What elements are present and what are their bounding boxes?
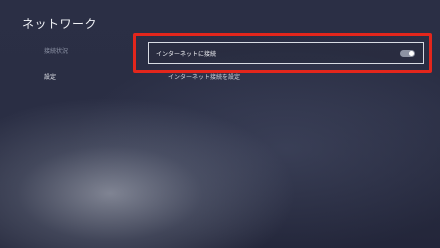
internet-connection-row[interactable]: インターネットに接続 [148, 42, 424, 64]
toggle-knob [409, 50, 414, 56]
network-settings-screen: ネットワーク 接続状況 設定 インターネットに接続 インターネット接続を設定 [0, 0, 440, 248]
page-title: ネットワーク [22, 17, 98, 31]
setup-internet-connection-item[interactable]: インターネット接続を設定 [168, 72, 240, 81]
sidebar-item-connection-status[interactable]: 接続状況 [44, 46, 124, 55]
internet-connection-toggle[interactable] [400, 49, 415, 57]
internet-connection-label: インターネットに接続 [156, 50, 217, 58]
sidebar-item-settings[interactable]: 設定 [44, 72, 124, 81]
sidebar: 接続状況 設定 [44, 46, 124, 98]
